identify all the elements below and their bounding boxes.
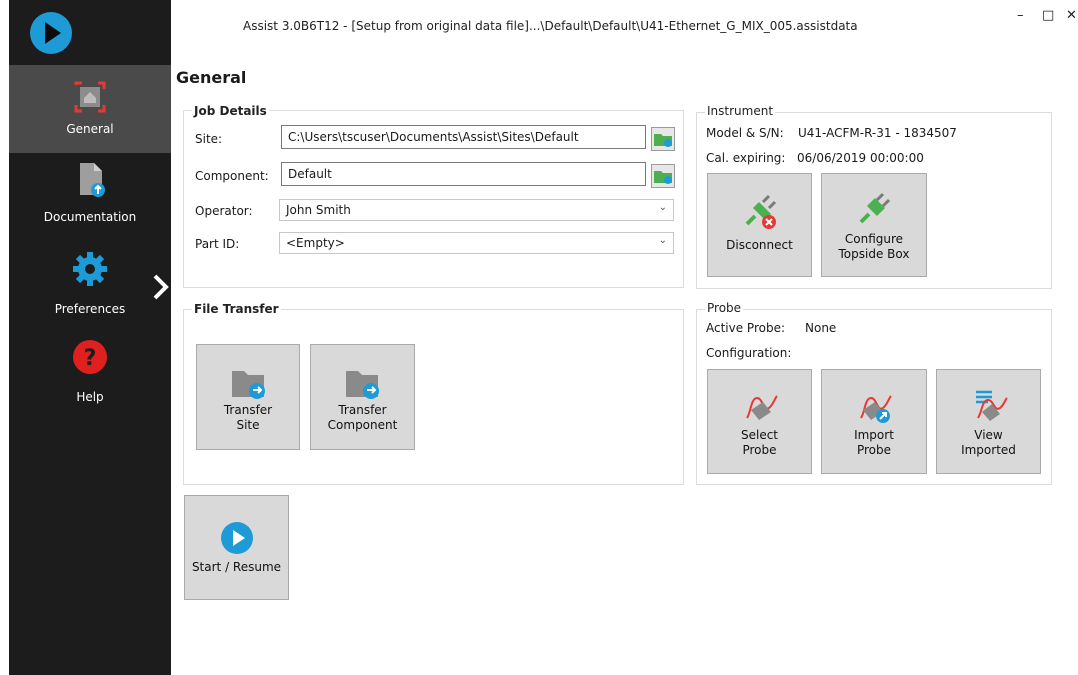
sidebar: General Documentation Preferences ? Help [9, 0, 171, 675]
view-imported-label-2: Imported [961, 443, 1016, 457]
sidebar-item-label: Help [76, 390, 104, 404]
operator-dropdown[interactable]: John Smith ⌄ [279, 199, 674, 221]
transfer-component-label-1: Transfer [338, 403, 387, 417]
disconnect-label: Disconnect [726, 238, 793, 252]
minimize-button[interactable]: – [1017, 8, 1024, 23]
probe-list-icon [976, 390, 1008, 421]
site-browse-button[interactable] [651, 127, 675, 151]
site-field[interactable]: C:\Users\tscuser\Documents\Assist\Sites\… [281, 125, 646, 149]
job-details-title: Job Details [192, 104, 269, 118]
import-probe-label-2: Probe [856, 443, 892, 457]
configure-label-2: Topside Box [838, 247, 910, 261]
instrument-title: Instrument [705, 104, 776, 118]
app-logo-icon [30, 12, 72, 54]
document-icon [80, 163, 105, 197]
component-browse-button[interactable] [651, 164, 675, 188]
folder-icon [654, 134, 672, 147]
home-icon [74, 81, 106, 113]
plug-icon [859, 192, 891, 224]
select-probe-label-2: Probe [742, 443, 777, 457]
partid-value: <Empty> [286, 236, 345, 250]
folder-transfer-icon [232, 371, 265, 399]
transfer-site-label-1: Transfer [223, 403, 273, 417]
probe-icon [746, 395, 778, 420]
transfer-component-label-2: Component [327, 418, 398, 432]
file-transfer-title: File Transfer [192, 302, 281, 316]
folder-transfer-icon [346, 371, 379, 399]
partid-dropdown[interactable]: <Empty> ⌄ [279, 232, 674, 254]
probe-title: Probe [705, 301, 744, 315]
page-title: General [176, 68, 247, 87]
active-probe-label: Active Probe: [706, 321, 786, 335]
sidebar-item-label: Documentation [43, 210, 137, 224]
model-label: Model & S/N: [706, 126, 784, 140]
close-button[interactable]: ✕ [1066, 8, 1077, 23]
cal-value: 06/06/2019 00:00:00 [797, 151, 924, 165]
sidebar-item-preferences[interactable]: Preferences [9, 245, 171, 333]
maximize-button[interactable]: □ [1042, 8, 1054, 23]
transfer-site-button[interactable]: Transfer Site [196, 344, 300, 450]
gear-icon [73, 252, 107, 286]
view-imported-label-1: View [974, 428, 1003, 442]
help-icon: ? [73, 340, 107, 374]
cal-label: Cal. expiring: [706, 151, 786, 165]
import-probe-button[interactable]: Import Probe [821, 369, 927, 474]
transfer-site-label-2: Site [236, 418, 260, 432]
sidebar-item-label: Preferences [54, 302, 126, 316]
operator-label: Operator: [195, 204, 253, 218]
transfer-component-button[interactable]: Transfer Component [310, 344, 415, 450]
active-probe-value: None [805, 321, 837, 335]
view-imported-button[interactable]: View Imported [936, 369, 1041, 474]
configure-label-1: Configure [844, 232, 904, 246]
title-bar: Assist 3.0B6T12 - [Setup from original d… [171, 0, 1078, 50]
component-label: Component: [195, 169, 269, 183]
svg-text:?: ? [84, 346, 97, 371]
plug-disconnect-icon [745, 194, 777, 229]
start-resume-button[interactable]: Start / Resume [184, 495, 289, 600]
partid-label: Part ID: [195, 237, 240, 251]
import-probe-label-1: Import [854, 428, 894, 442]
component-field[interactable]: Default [281, 162, 646, 186]
chevron-right-icon[interactable] [149, 272, 173, 302]
sidebar-item-documentation[interactable]: Documentation [9, 155, 171, 243]
chevron-down-icon: ⌄ [658, 235, 667, 246]
window-title: Assist 3.0B6T12 - [Setup from original d… [243, 19, 858, 33]
select-probe-button[interactable]: Select Probe [707, 369, 812, 474]
chevron-down-icon: ⌄ [658, 202, 667, 213]
configuration-label: Configuration: [706, 346, 792, 360]
start-resume-label: Start / Resume [191, 560, 282, 574]
operator-value: John Smith [286, 203, 351, 217]
sidebar-item-general[interactable]: General [9, 65, 171, 153]
model-value: U41-ACFM-R-31 - 1834507 [798, 126, 957, 140]
site-label: Site: [195, 132, 223, 146]
play-icon [221, 522, 253, 554]
sidebar-item-label: General [66, 122, 114, 136]
configure-topside-button[interactable]: Configure Topside Box [821, 173, 927, 277]
probe-import-icon [860, 395, 892, 423]
select-probe-label-1: Select [740, 428, 779, 442]
disconnect-button[interactable]: Disconnect [707, 173, 812, 277]
sidebar-item-help[interactable]: ? Help [9, 335, 171, 423]
folder-icon [654, 171, 672, 184]
